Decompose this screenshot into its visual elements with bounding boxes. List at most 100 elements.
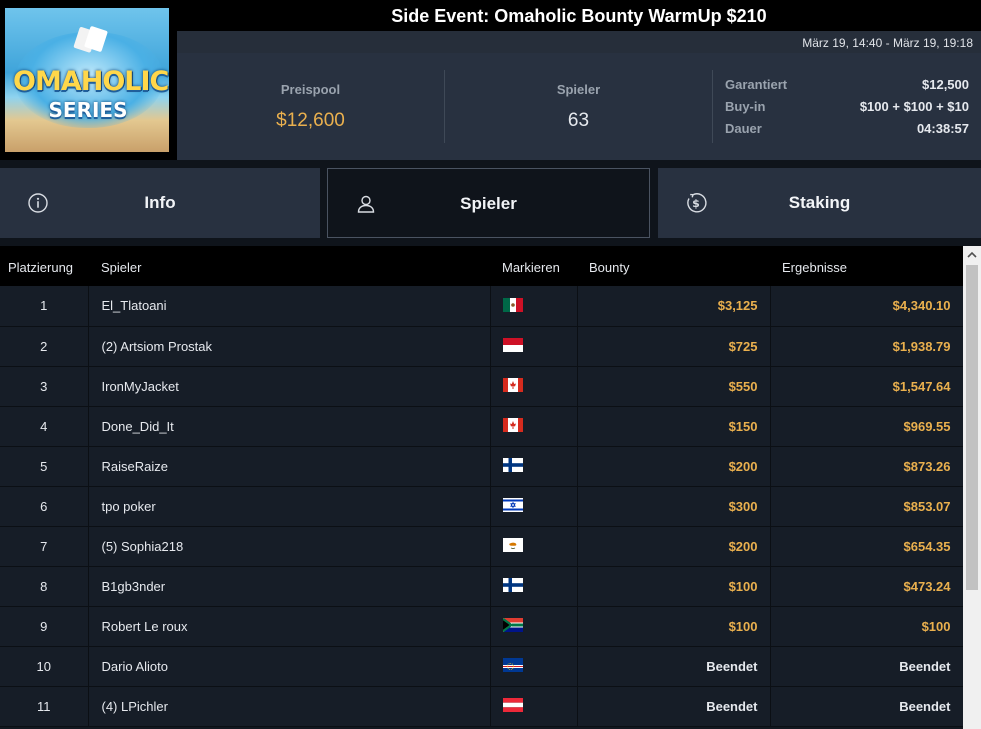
south-africa-flag-icon (502, 617, 523, 632)
players-table-container: Platzierung Spieler Markieren Bounty Erg… (0, 246, 963, 729)
players-stat: Spieler 63 (445, 53, 712, 160)
prizepool-stat: Preispool $12,600 (177, 53, 444, 160)
table-row[interactable]: 2 (2) Artsiom Prostak $725 $1,938.79 (0, 326, 963, 366)
table-row[interactable]: 6 tpo poker $300 $853.07 (0, 486, 963, 526)
place-cell: 11 (0, 686, 89, 726)
table-row[interactable]: 8 B1gb3nder $100 $473.24 (0, 566, 963, 606)
player-name-cell[interactable]: Robert Le roux (88, 606, 491, 646)
table-row[interactable]: 5 RaiseRaize $200 $873.26 (0, 446, 963, 486)
place-cell: 5 (0, 446, 89, 486)
result-cell: $100 (770, 606, 963, 646)
place-cell: 7 (0, 526, 89, 566)
tab-players-label: Spieler (460, 194, 517, 213)
result-cell: $4,340.10 (770, 286, 963, 326)
flag-cell[interactable] (490, 526, 578, 566)
austria-flag-icon (502, 697, 523, 712)
column-header-bounty[interactable]: Bounty (577, 246, 770, 286)
vertical-scrollbar[interactable] (963, 246, 981, 729)
column-header-mark[interactable]: Markieren (490, 246, 577, 286)
flag-cell[interactable] (490, 406, 578, 446)
tournament-lobby-window: OMAHOLIC SERIES Side Event: Omaholic Bou… (0, 0, 981, 729)
guaranteed-label: Garantiert (725, 77, 788, 92)
duration-value: 04:38:57 (916, 121, 969, 136)
flag-cell[interactable] (490, 566, 578, 606)
table-row[interactable]: 11 (4) LPichler Beendet Beendet (0, 686, 963, 726)
bounty-cell: $100 (577, 606, 771, 646)
flag-cell[interactable] (490, 486, 578, 526)
column-header-place[interactable]: Platzierung (0, 246, 88, 286)
result-cell: $1,938.79 (770, 326, 963, 366)
bounty-cell: $100 (577, 566, 771, 606)
tab-info[interactable]: Info (0, 168, 320, 238)
tournament-summary: Preispool $12,600 Spieler 63 Garantiert … (177, 53, 981, 160)
buyin-label: Buy-in (725, 99, 766, 114)
player-name-cell[interactable]: (5) Sophia218 (88, 526, 491, 566)
flag-cell[interactable] (490, 646, 578, 686)
result-cell: $654.35 (770, 526, 963, 566)
scroll-up-arrow-icon[interactable] (963, 246, 981, 264)
table-row[interactable]: 7 (5) Sophia218 $200 $654.35 (0, 526, 963, 566)
scrollbar-thumb[interactable] (966, 265, 978, 590)
omaholic-series-logo-image: OMAHOLIC SERIES (5, 8, 169, 152)
cape-verde-flag-icon (502, 657, 523, 672)
logo-text-line2: SERIES (48, 98, 128, 122)
player-name-cell[interactable]: IronMyJacket (88, 366, 491, 406)
place-cell: 3 (0, 366, 89, 406)
table-row[interactable]: 1 El_Tlatoani $3,125 $4,340.10 (0, 286, 963, 326)
flag-cell[interactable] (490, 446, 578, 486)
tab-info-label: Info (144, 193, 176, 212)
place-cell: 6 (0, 486, 89, 526)
players-table-body: 1 El_Tlatoani $3,125 $4,340.10 2 (2) Artsiom … (0, 286, 963, 726)
players-value: 63 (567, 110, 590, 131)
table-header-row: Platzierung Spieler Markieren Bounty Erg… (0, 246, 963, 286)
player-name-cell[interactable]: (2) Artsiom Prostak (88, 326, 491, 366)
guaranteed-row: Garantiert $12,500 (725, 77, 969, 97)
flag-cell[interactable] (490, 286, 578, 326)
result-cell: $853.07 (770, 486, 963, 526)
player-name-cell[interactable]: Dario Alioto (88, 646, 491, 686)
result-cell: Beendet (770, 646, 963, 686)
prizepool-label: Preispool (280, 82, 341, 97)
column-header-results[interactable]: Ergebnisse (770, 246, 963, 286)
column-header-player[interactable]: Spieler (88, 246, 490, 286)
player-name-cell[interactable]: Done_Did_It (88, 406, 491, 446)
finland-flag-icon (502, 577, 523, 592)
buyin-value: $100 + $100 + $10 (859, 99, 969, 114)
flag-cell[interactable] (490, 606, 578, 646)
player-name-cell[interactable]: RaiseRaize (88, 446, 491, 486)
logo-text-line1: OMAHOLIC (13, 66, 169, 97)
bounty-cell: $725 (577, 326, 771, 366)
place-cell: 1 (0, 286, 89, 326)
israel-flag-icon (502, 497, 523, 512)
prizepool-value: $12,600 (276, 110, 345, 131)
place-cell: 8 (0, 566, 89, 606)
player-name-cell[interactable]: B1gb3nder (88, 566, 491, 606)
duration-row: Dauer 04:38:57 (725, 121, 969, 141)
tab-staking[interactable]: $ Staking (658, 168, 981, 238)
tab-staking-label: Staking (788, 193, 851, 212)
bounty-cell: $200 (577, 446, 771, 486)
player-name-cell[interactable]: tpo poker (88, 486, 491, 526)
bounty-cell: $550 (577, 366, 771, 406)
bounty-cell: $200 (577, 526, 771, 566)
flag-cell[interactable] (490, 686, 578, 726)
table-row[interactable]: 3 IronMyJacket $550 $1,547.64 (0, 366, 963, 406)
tab-players[interactable]: Spieler (327, 168, 650, 238)
player-name-cell[interactable]: El_Tlatoani (88, 286, 491, 326)
series-logo: OMAHOLIC SERIES (0, 0, 177, 160)
table-row[interactable]: 9 Robert Le roux $100 $100 (0, 606, 963, 646)
player-name-cell[interactable]: (4) LPichler (88, 686, 491, 726)
flag-cell[interactable] (490, 326, 578, 366)
flag-cell[interactable] (490, 366, 578, 406)
tournament-dates: März 19, 14:40 - März 19, 19:18 (177, 31, 981, 53)
table-row[interactable]: 4 Done_Did_It $150 $969.55 (0, 406, 963, 446)
divider (712, 70, 713, 143)
canada-flag-icon (502, 417, 523, 432)
buyin-row: Buy-in $100 + $100 + $10 (725, 99, 969, 119)
cyprus-flag-icon (502, 537, 523, 552)
bounty-cell: Beendet (577, 686, 771, 726)
bounty-cell: $300 (577, 486, 771, 526)
place-cell: 4 (0, 406, 89, 446)
place-cell: 10 (0, 646, 89, 686)
table-row[interactable]: 10 Dario Alioto Beendet Beendet (0, 646, 963, 686)
